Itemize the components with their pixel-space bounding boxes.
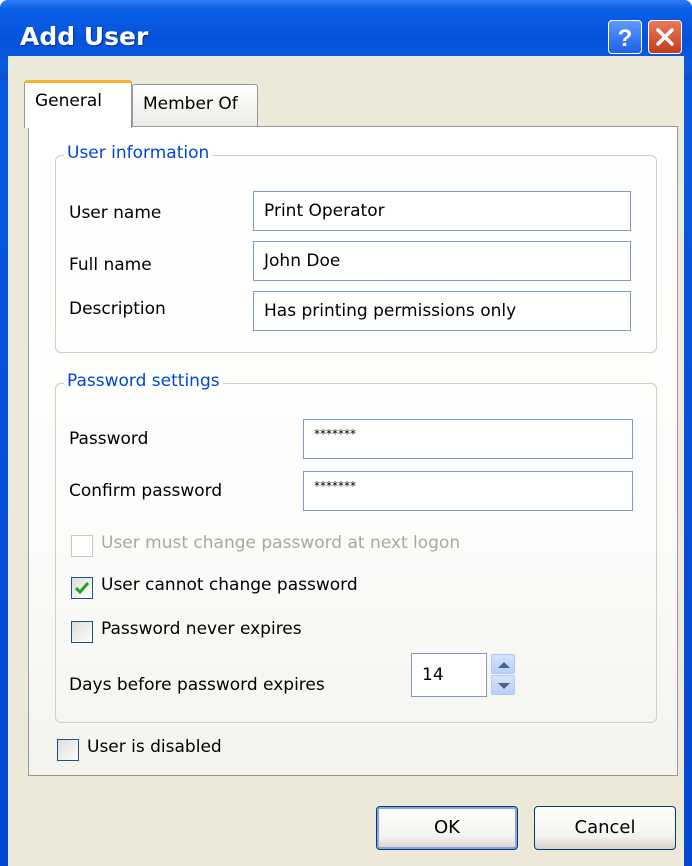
password-never-expires-label: Password never expires <box>101 619 302 639</box>
tab-member-of-label: Member Of <box>143 94 238 114</box>
days-before-expire-input[interactable]: 14 <box>411 653 487 697</box>
description-label: Description <box>69 299 166 319</box>
close-button[interactable] <box>648 20 682 54</box>
user-name-label: User name <box>69 203 162 223</box>
days-spinner <box>491 654 515 696</box>
confirm-password-label: Confirm password <box>69 481 223 501</box>
cannot-change-password-label: User cannot change password <box>101 575 358 595</box>
cancel-button-label: Cancel <box>574 817 636 838</box>
arrow-up-icon <box>498 662 510 668</box>
svg-text:?: ? <box>618 25 633 52</box>
full-name-input[interactable]: John Doe <box>253 241 631 281</box>
user-name-input[interactable]: Print Operator <box>253 191 631 231</box>
user-disabled-label: User is disabled <box>87 737 222 757</box>
password-input[interactable]: ******* <box>303 419 633 459</box>
description-input[interactable]: Has printing permissions only <box>253 291 631 331</box>
cannot-change-password-checkbox[interactable] <box>71 577 93 599</box>
password-settings-legend: Password settings <box>64 371 223 391</box>
help-button[interactable]: ? <box>608 20 642 54</box>
tab-general-label: General <box>35 91 102 111</box>
ok-button[interactable]: OK <box>376 806 518 850</box>
spin-up-button[interactable] <box>491 654 515 674</box>
must-change-password-label: User must change password at next logon <box>101 533 461 553</box>
add-user-dialog: Add User ? Member Of General User inform… <box>0 0 692 866</box>
ok-button-label: OK <box>434 817 460 838</box>
checkmark-icon <box>74 582 90 595</box>
general-tab-panel: User information User name Print Operato… <box>28 126 678 776</box>
arrow-down-icon <box>498 683 510 689</box>
full-name-label: Full name <box>69 255 152 275</box>
question-mark-icon: ? <box>618 25 633 52</box>
user-disabled-checkbox[interactable] <box>57 739 79 761</box>
confirm-password-input[interactable]: ******* <box>303 471 633 511</box>
tab-member-of[interactable]: Member Of <box>132 84 258 126</box>
must-change-password-checkbox[interactable] <box>71 535 93 557</box>
cancel-button[interactable]: Cancel <box>534 806 676 850</box>
tab-general[interactable]: General <box>24 80 132 128</box>
spin-down-button[interactable] <box>491 675 515 695</box>
password-label: Password <box>69 429 149 449</box>
days-before-expire-label: Days before password expires <box>69 675 325 695</box>
window-title: Add User <box>20 22 149 51</box>
password-never-expires-checkbox[interactable] <box>71 621 93 643</box>
close-x-icon <box>656 28 674 46</box>
user-information-legend: User information <box>64 143 213 163</box>
